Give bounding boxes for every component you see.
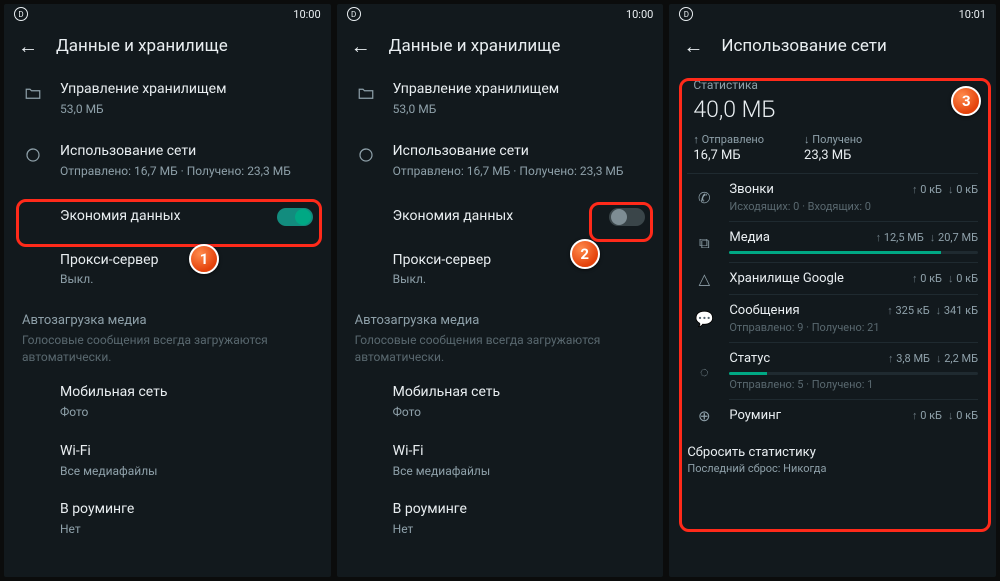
annotation-box-1 bbox=[16, 199, 322, 247]
screen-3: D 10:01 ← Использование сети Статистика … bbox=[669, 4, 996, 577]
d-indicator-icon: D bbox=[14, 7, 28, 21]
page-title: Использование сети bbox=[721, 36, 886, 56]
automedia-sub: Голосовые сообщения всегда загружаются а… bbox=[4, 332, 331, 374]
saver-title: Экономия данных bbox=[393, 207, 594, 226]
storage-management-row[interactable]: Управление хранилищем 53,0 МБ bbox=[4, 68, 331, 130]
network-sub: Отправлено: 16,7 МБ · Получено: 23,3 МБ bbox=[393, 163, 646, 180]
proxy-title: Прокси-сервер bbox=[60, 251, 313, 270]
page-title: Данные и хранилище bbox=[389, 36, 561, 56]
app-header: ← Данные и хранилище bbox=[337, 24, 664, 68]
roam-title: В роуминге bbox=[393, 500, 646, 519]
mobile-sub: Фото bbox=[60, 404, 313, 421]
network-title: Использование сети bbox=[60, 142, 313, 161]
screen-2: D 10:00 ← Данные и хранилище Управление … bbox=[337, 4, 664, 577]
status-time: 10:00 bbox=[626, 8, 653, 21]
wifi-title: Wi-Fi bbox=[393, 442, 646, 461]
app-header: ← Использование сети bbox=[669, 24, 996, 68]
network-icon bbox=[22, 144, 44, 166]
wifi-row[interactable]: Wi-Fi Все медиафайлы bbox=[4, 432, 331, 490]
annotation-badge-1: 1 bbox=[189, 244, 219, 274]
automedia-header: Автозагрузка медиа bbox=[4, 299, 331, 332]
back-icon[interactable]: ← bbox=[683, 36, 703, 56]
automedia-sub: Голосовые сообщения всегда загружаются а… bbox=[337, 332, 664, 374]
roam-sub: Нет bbox=[393, 521, 646, 538]
wifi-sub: Все медиафайлы bbox=[60, 463, 313, 480]
network-icon bbox=[355, 144, 377, 166]
mobile-title: Мобильная сеть bbox=[60, 383, 313, 402]
mobile-sub: Фото bbox=[393, 404, 646, 421]
roam-sub: Нет bbox=[60, 521, 313, 538]
d-indicator-icon: D bbox=[347, 7, 361, 21]
mobile-title: Мобильная сеть bbox=[393, 383, 646, 402]
network-usage-row[interactable]: Использование сети Отправлено: 16,7 МБ · … bbox=[4, 130, 331, 192]
network-sub: Отправлено: 16,7 МБ · Получено: 23,3 МБ bbox=[60, 163, 313, 180]
storage-management-row[interactable]: Управление хранилищем 53,0 МБ bbox=[337, 68, 664, 130]
network-title: Использование сети bbox=[393, 142, 646, 161]
wifi-title: Wi-Fi bbox=[60, 442, 313, 461]
network-usage-row[interactable]: Использование сети Отправлено: 16,7 МБ · … bbox=[337, 130, 664, 192]
annotation-badge-2: 2 bbox=[570, 239, 600, 269]
proxy-sub: Выкл. bbox=[60, 271, 313, 288]
app-header: ← Данные и хранилище bbox=[4, 24, 331, 68]
page-title: Данные и хранилище bbox=[56, 36, 228, 56]
folder-icon bbox=[355, 82, 377, 104]
storage-sub: 53,0 МБ bbox=[393, 101, 646, 118]
automedia-header: Автозагрузка медиа bbox=[337, 299, 664, 332]
spacer-icon bbox=[355, 207, 377, 229]
status-bar: D 10:01 bbox=[669, 4, 996, 24]
roaming-row[interactable]: В роуминге Нет bbox=[337, 490, 664, 548]
wifi-row[interactable]: Wi-Fi Все медиафайлы bbox=[337, 432, 664, 490]
proxy-title: Прокси-сервер bbox=[393, 251, 646, 270]
d-indicator-icon: D bbox=[679, 7, 693, 21]
storage-sub: 53,0 МБ bbox=[60, 101, 313, 118]
annotation-box-2 bbox=[589, 202, 653, 242]
wifi-sub: Все медиафайлы bbox=[393, 463, 646, 480]
screen-1: D 10:00 ← Данные и хранилище Управление … bbox=[4, 4, 331, 577]
status-bar: D 10:00 bbox=[337, 4, 664, 24]
roaming-row[interactable]: В роуминге Нет bbox=[4, 490, 331, 548]
proxy-row[interactable]: Прокси-серверВыкл. bbox=[337, 241, 664, 299]
annotation-box-3 bbox=[679, 78, 991, 532]
status-bar: D 10:00 bbox=[4, 4, 331, 24]
status-time: 10:00 bbox=[293, 8, 320, 21]
back-icon[interactable]: ← bbox=[18, 36, 38, 56]
storage-title: Управление хранилищем bbox=[393, 80, 646, 99]
storage-title: Управление хранилищем bbox=[60, 80, 313, 99]
proxy-row[interactable]: Прокси-серверВыкл. bbox=[4, 241, 331, 299]
roam-title: В роуминге bbox=[60, 500, 313, 519]
mobile-row[interactable]: Мобильная сеть Фото bbox=[4, 373, 331, 431]
mobile-row[interactable]: Мобильная сеть Фото bbox=[337, 373, 664, 431]
status-time: 10:01 bbox=[959, 8, 986, 21]
proxy-sub: Выкл. bbox=[393, 271, 646, 288]
back-icon[interactable]: ← bbox=[351, 36, 371, 56]
folder-icon bbox=[22, 82, 44, 104]
